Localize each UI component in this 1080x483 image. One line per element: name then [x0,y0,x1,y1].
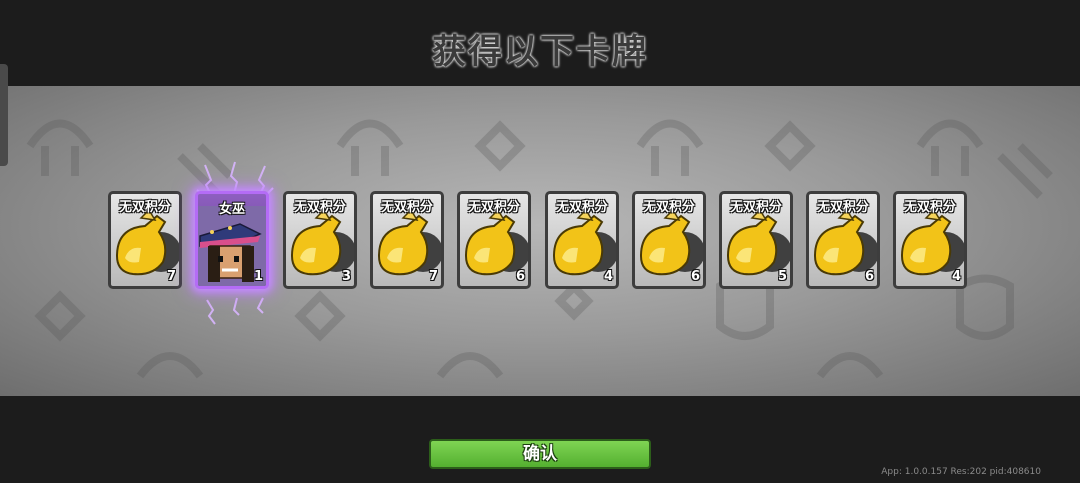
card-list: 无双积分 7 女巫 1 无双积分 3 无双积分 7 无双积分 6 无双积分 4 … [0,0,1080,483]
reward-card-points[interactable]: 无双积分 7 [370,191,444,289]
version-info: App: 1.0.0.157 Res:202 pid:408610 [881,467,1041,477]
card-name: 无双积分 [118,200,171,215]
reward-card-points[interactable]: 无双积分 3 [283,191,357,289]
reward-card-witch[interactable]: 女巫 1 [195,191,269,289]
card-name: 无双积分 [903,200,956,215]
card-count: 3 [341,269,351,284]
card-name: 无双积分 [642,200,695,215]
card-count: 1 [253,269,263,284]
card-count: 7 [166,269,176,284]
reward-card-points[interactable]: 无双积分 6 [806,191,880,289]
confirm-button[interactable]: 确认 [429,439,651,469]
reward-card-points[interactable]: 无双积分 4 [893,191,967,289]
card-name: 无双积分 [816,200,869,215]
reward-card-points[interactable]: 无双积分 6 [632,191,706,289]
reward-card-points[interactable]: 无双积分 4 [545,191,619,289]
card-count: 7 [428,269,438,284]
card-name: 无双积分 [380,200,433,215]
card-name: 无双积分 [467,200,520,215]
card-count: 4 [603,269,613,284]
reward-card-points[interactable]: 无双积分 5 [719,191,793,289]
card-count: 4 [951,269,961,284]
reward-card-points[interactable]: 无双积分 6 [457,191,531,289]
reward-card-points[interactable]: 无双积分 7 [108,191,182,289]
card-count: 6 [864,269,874,284]
card-count: 6 [690,269,700,284]
card-name: 无双积分 [729,200,782,215]
card-count: 5 [777,269,787,284]
card-name: 无双积分 [293,200,346,215]
card-count: 6 [515,269,525,284]
card-name: 女巫 [218,202,245,217]
card-name: 无双积分 [555,200,608,215]
